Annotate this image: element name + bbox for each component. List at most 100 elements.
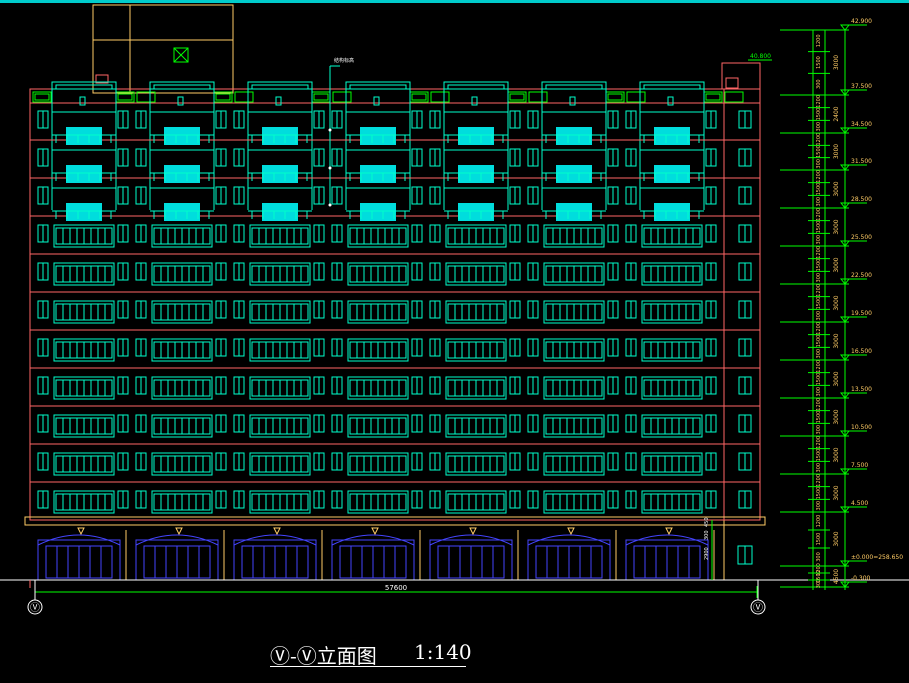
parapet-ornament-inner (117, 93, 133, 101)
sub-dim-text: 1500 (816, 145, 822, 158)
sub-dim-text: 1500 (816, 297, 822, 310)
bay-glass (654, 127, 690, 145)
sub-dim-text: 1200 (816, 133, 822, 146)
sub-dim-text: 300 (816, 501, 822, 511)
side-dim-text: 3000 (833, 485, 840, 500)
sub-dim-text: 300 (816, 235, 822, 245)
sub-dim-text: 1200 (816, 208, 822, 221)
parapet-ornament (332, 91, 352, 103)
drawing-scale: 1:140 (414, 640, 472, 664)
bay-cap-bracket (373, 96, 380, 106)
bay-glass (66, 165, 102, 183)
parapet-ornament (724, 91, 744, 103)
sub-dim-text: 300 (816, 273, 822, 283)
bay-glass (66, 127, 102, 145)
bay-glass (360, 127, 396, 145)
sub-dim-text: 1500 (816, 373, 822, 386)
drawing-title-block: Ⓥ-Ⓥ立面图 1:140 (270, 640, 472, 670)
parapet-ornament-inner (705, 93, 721, 101)
sub-dim-text: 300 (816, 159, 822, 169)
parapet-ornament-inner (313, 93, 329, 101)
bay-glass (164, 127, 200, 145)
sub-dim-text: 1200 (816, 284, 822, 297)
roof-box-right (721, 62, 761, 90)
bay-cap-inner (643, 84, 701, 90)
sub-dim-text: 300 (816, 425, 822, 435)
elevation-label: 10.500 (851, 424, 872, 431)
bay-cap-inner (153, 84, 211, 90)
sub-dim-text: 300 (816, 311, 822, 321)
side-dim-text: 3000 (833, 181, 840, 196)
sub-dim-text: 1500 (816, 56, 822, 69)
bay-glass (458, 165, 494, 183)
bay-cap-bracket (471, 96, 478, 106)
sub-dim-text: 1200 (816, 95, 822, 108)
bay-glass (458, 203, 494, 221)
side-dim-text: 3000 (833, 409, 840, 424)
side-dim-text: 3000 (833, 447, 840, 462)
elevation-marker (839, 24, 851, 31)
bay-cap-bracket (177, 96, 184, 106)
elevation-label: 42.900 (851, 18, 872, 25)
side-dim-text: 3000 (833, 531, 840, 546)
sub-dim-text: 1500 (816, 487, 822, 500)
sub-dim-text: 1500 (816, 259, 822, 272)
sub-dim-text: 1500 (816, 533, 822, 546)
drawing-title: Ⓥ-Ⓥ立面图 (270, 644, 377, 668)
sub-dim-text: 1200 (816, 170, 822, 183)
roof-box-door (725, 77, 739, 89)
top-border-line (0, 0, 909, 3)
base-dim-text: 300 (704, 530, 710, 540)
bay-glass (458, 127, 494, 145)
sub-dim-text: 300 (816, 122, 822, 132)
keystone (371, 527, 379, 536)
parapet-ornament-inner (34, 93, 50, 101)
parapet-ornament-inner (411, 93, 427, 101)
bay-glass (66, 203, 102, 221)
elevation-label: 34.500 (851, 121, 872, 128)
sub-dim-text: 1200 (816, 436, 822, 449)
side-dim-text: 3000 (833, 144, 840, 159)
sub-dim-text: 1500 (816, 411, 822, 424)
leader-dot (328, 128, 332, 132)
keystone (273, 527, 281, 536)
sub-dim-text: 1200 (816, 246, 822, 259)
sub-dim-text: 1200 (816, 360, 822, 373)
elevation-drawing: 结构标高 40.800 57600 Ⓥ Ⓥ 2900 300 450 42.900 37.500 3… (0, 0, 909, 615)
leader-dot (328, 203, 332, 207)
bay-cap-bracket (667, 96, 674, 106)
sub-dim-text: 1500 (816, 335, 822, 348)
bay-cap-inner (251, 84, 309, 90)
roof-level-text: 40.800 (750, 53, 771, 60)
keystone (665, 527, 673, 536)
parapet-ornament (626, 91, 646, 103)
sub-dim-text: 1200 (816, 515, 822, 528)
keystone (175, 527, 183, 536)
width-dim-text: 57600 (385, 584, 407, 592)
bay-cap-bracket (79, 96, 86, 106)
elevation-label: -0.300 (851, 575, 871, 582)
bay-cap-inner (55, 84, 113, 90)
sub-dim-text: 1200 (816, 322, 822, 335)
elevation-label: 25.500 (851, 234, 872, 241)
bay-cap-inner (447, 84, 505, 90)
side-dim-text: 3000 (833, 55, 840, 70)
sub-dim-text: 1200 (816, 398, 822, 411)
sub-dim-text: 300 (816, 463, 822, 473)
keystone (567, 527, 575, 536)
parapet-ornament-inner (607, 93, 623, 101)
stair-tower (92, 4, 234, 94)
leader-dot (328, 166, 332, 170)
elevation-label: 31.500 (851, 158, 872, 165)
sub-dim-text: 1500 (816, 221, 822, 234)
bay-cap-bracket (569, 96, 576, 106)
title-underline (270, 666, 466, 667)
bay-cap-inner (349, 84, 407, 90)
bay-cap-inner (545, 84, 603, 90)
parapet-ornament (528, 91, 548, 103)
bay-glass (262, 165, 298, 183)
sub-dim-text: 300 (816, 197, 822, 207)
side-dim-text: 3000 (833, 333, 840, 348)
bay-glass (360, 203, 396, 221)
sub-dim-text: 300 (816, 349, 822, 359)
